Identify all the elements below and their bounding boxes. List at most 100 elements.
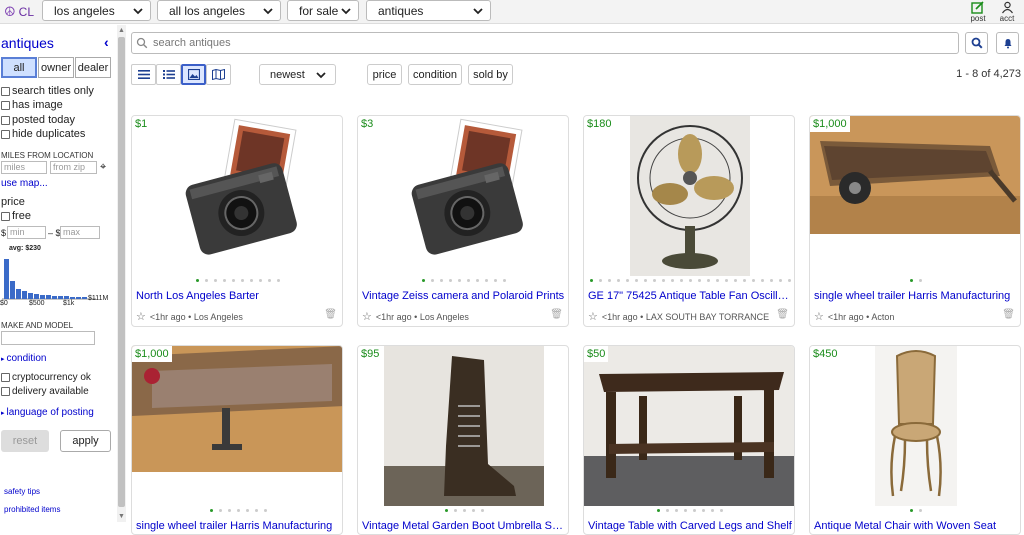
alert-button[interactable] <box>996 32 1019 54</box>
sold-by-filter-button[interactable]: sold by <box>468 64 513 85</box>
listing-time: <1hr ago <box>375 311 412 322</box>
list-view-button[interactable] <box>131 64 156 85</box>
histogram-bar <box>22 291 27 299</box>
listing-card[interactable]: $1,000 single wheel trailer Harris Manuf… <box>131 345 343 535</box>
checkbox-icon <box>1 100 10 110</box>
listing-card[interactable]: $180 GE 17" 75425 Antique Table Fan Osci… <box>583 115 795 327</box>
hist-label-1k: $1k <box>63 300 75 307</box>
star-icon[interactable]: ☆ <box>814 310 824 323</box>
image-dots[interactable] <box>584 509 794 512</box>
section-select[interactable]: for sale <box>287 0 359 21</box>
trash-icon[interactable]: 🗑 <box>550 309 563 320</box>
listing-card[interactable]: $50 Vintage Table with Carved Legs and S… <box>583 345 795 535</box>
locate-icon[interactable]: ⌖ <box>100 161 106 174</box>
histogram-bar <box>46 295 51 299</box>
listing-price: $3 <box>358 116 377 132</box>
preview-view-button[interactable] <box>156 64 181 85</box>
listing-title[interactable]: Vintage Zeiss camera and Polaroid Prints <box>362 290 566 302</box>
make-model-input[interactable] <box>1 331 95 345</box>
fan-icon <box>630 116 750 276</box>
apply-button[interactable]: apply <box>60 430 111 452</box>
sidebar-scrollbar[interactable]: ▲ ▼ <box>117 25 126 522</box>
condition-toggle[interactable]: ▸ condition <box>1 353 47 364</box>
miles-input[interactable]: miles <box>1 161 47 174</box>
search-placeholder: search antiques <box>153 37 231 49</box>
condition-filter-button[interactable]: condition <box>408 64 462 85</box>
listing-image[interactable] <box>584 346 794 506</box>
search-button[interactable] <box>965 32 988 54</box>
star-icon[interactable]: ☆ <box>136 310 146 323</box>
scroll-up-icon[interactable]: ▲ <box>118 27 125 34</box>
reset-button[interactable]: reset <box>1 430 49 452</box>
histogram-bar <box>28 293 33 299</box>
delivery-checkbox[interactable]: delivery available <box>1 386 89 397</box>
image-dots[interactable] <box>132 279 342 282</box>
listing-image[interactable] <box>358 116 568 276</box>
price-filter-button[interactable]: price <box>367 64 402 85</box>
image-dots[interactable] <box>810 279 1020 282</box>
seller-owner-tab[interactable]: owner <box>38 57 74 78</box>
seller-all-tab[interactable]: all <box>1 57 37 78</box>
free-checkbox[interactable]: free <box>1 210 31 222</box>
sort-select[interactable]: newest <box>259 64 336 85</box>
search-titles-checkbox[interactable]: search titles only <box>1 85 94 97</box>
listing-image[interactable] <box>810 346 1020 506</box>
category-select[interactable]: antiques <box>366 0 491 21</box>
seller-dealer-tab[interactable]: dealer <box>75 57 111 78</box>
image-dots[interactable] <box>358 509 568 512</box>
listing-title[interactable]: North Los Angeles Barter <box>136 290 340 302</box>
listing-title[interactable]: GE 17" 75425 Antique Table Fan Oscillati… <box>588 290 792 302</box>
histogram-bar <box>40 295 45 299</box>
hist-label-500: $500 <box>29 300 45 307</box>
has-image-checkbox[interactable]: has image <box>1 99 63 111</box>
listing-image[interactable] <box>584 116 794 276</box>
listing-card[interactable]: $95 Vintage Metal Garden Boot Umbrella S… <box>357 345 569 535</box>
language-toggle[interactable]: ▸ language of posting <box>1 407 94 418</box>
account-button[interactable]: acct <box>996 0 1018 23</box>
posted-today-checkbox[interactable]: posted today <box>1 114 75 126</box>
chevron-down-icon <box>133 7 143 14</box>
listing-image[interactable] <box>810 116 1020 234</box>
subarea-select[interactable]: all los angeles <box>157 0 281 21</box>
listing-card[interactable]: $3 Vintage Zeiss camera and Polaroid Pri… <box>357 115 569 327</box>
chevron-down-icon <box>316 71 326 78</box>
hide-duplicates-checkbox[interactable]: hide duplicates <box>1 128 85 140</box>
scroll-down-icon[interactable]: ▼ <box>118 513 125 520</box>
post-button[interactable]: post <box>967 0 989 23</box>
prohibited-items-link[interactable]: prohibited items <box>4 505 60 514</box>
max-price-input[interactable]: max <box>60 226 100 239</box>
search-input[interactable]: search antiques <box>131 32 959 54</box>
star-icon[interactable]: ☆ <box>588 310 598 323</box>
use-map-link[interactable]: use map... <box>1 178 48 189</box>
listing-image[interactable] <box>132 346 342 472</box>
listing-card[interactable]: $1 North Los Angeles Barter ☆ <1hr ago •… <box>131 115 343 327</box>
star-icon[interactable]: ☆ <box>362 310 372 323</box>
image-dots[interactable] <box>810 509 1020 512</box>
listing-card[interactable]: $1,000 single wheel trailer Harris Manuf… <box>809 115 1021 327</box>
listing-price: $50 <box>584 346 609 362</box>
area-select[interactable]: los angeles <box>42 0 151 21</box>
craigslist-logo[interactable]: ☮ CL <box>4 4 34 20</box>
listing-location: Los Angeles <box>193 311 243 322</box>
histogram-bar <box>4 259 9 299</box>
listing-image[interactable] <box>358 346 568 506</box>
trash-icon[interactable]: 🗑 <box>1002 309 1015 320</box>
trailer-icon <box>132 346 342 472</box>
scroll-thumb[interactable] <box>118 37 125 507</box>
image-dots[interactable] <box>584 279 794 282</box>
trash-icon[interactable]: 🗑 <box>324 309 337 320</box>
image-icon <box>187 69 200 80</box>
map-view-button[interactable] <box>206 64 231 85</box>
safety-tips-link[interactable]: safety tips <box>4 487 40 496</box>
collapse-sidebar-icon[interactable]: ‹ <box>104 34 109 50</box>
image-dots[interactable] <box>132 509 342 512</box>
min-price-input[interactable]: min <box>7 226 46 239</box>
trash-icon[interactable]: 🗑 <box>776 309 789 320</box>
zip-input[interactable]: from zip <box>50 161 97 174</box>
listing-image[interactable] <box>132 116 342 276</box>
image-dots[interactable] <box>358 279 568 282</box>
gallery-view-button[interactable] <box>181 64 206 85</box>
crypto-checkbox[interactable]: cryptocurrency ok <box>1 372 91 383</box>
listing-card[interactable]: $450 Antique Metal Chair with Woven Seat <box>809 345 1021 535</box>
listing-title[interactable]: single wheel trailer Harris Manufacturin… <box>814 290 1018 302</box>
